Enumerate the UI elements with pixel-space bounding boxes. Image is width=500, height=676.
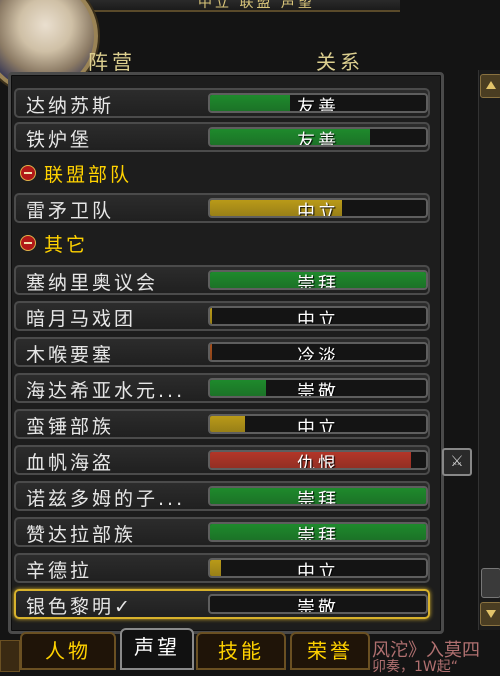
faction-column-header: 阵营 [88,50,136,74]
standing-label: 崇敬 [297,382,339,398]
faction-name: 蛮锤部族 [26,416,115,438]
tab-reputation[interactable]: 声望 [120,628,194,670]
faction-name: 赞达拉部族 [26,524,137,546]
faction-row[interactable]: 雷矛卫队 中立 [14,193,430,223]
window-title: 中立 联盟 声望 [198,0,315,11]
reputation-bar: 中立 [208,306,428,326]
faction-row[interactable]: 海达希亚水元... 崇敬 [14,373,430,403]
tab-edge [0,640,20,672]
reputation-bar: 仇恨 [208,450,428,470]
faction-name: 达纳苏斯 [26,95,115,117]
group-header-label: 联盟部队 [44,164,133,186]
faction-group-header[interactable]: 联盟部队 [14,160,314,188]
reputation-bar: 友善 [208,127,428,147]
faction-row[interactable]: 诺兹多姆的子... 崇拜 [14,481,430,511]
reputation-bar: 冷淡 [208,342,428,362]
faction-row[interactable]: 银色黎明✓ 崇敬 [14,589,430,619]
standing-label: 友善 [297,131,339,147]
background-chat-text-2: 卯奏，1W起“ [372,659,459,675]
faction-row[interactable]: 血帆海盗 仇恨 [14,445,430,475]
faction-name: 暗月马戏团 [26,308,137,330]
reputation-bar: 崇敬 [208,378,428,398]
standing-column-header: 关系 [316,50,364,74]
faction-row[interactable]: 辛德拉 中立 [14,553,430,583]
reputation-bar: 中立 [208,198,428,218]
scroll-down-button[interactable] [480,602,500,626]
scrollbar[interactable] [478,70,500,630]
standing-label: 崇拜 [297,274,339,290]
standing-label: 崇拜 [297,526,339,542]
standing-label: 中立 [297,562,339,578]
faction-name: 辛德拉 [26,560,93,582]
tab-character[interactable]: 人物 [20,632,116,670]
standing-label: 中立 [297,310,339,326]
faction-name: 雷矛卫队 [26,200,115,222]
faction-name: 木喉要塞 [26,344,115,366]
standing-label: 中立 [297,418,339,434]
faction-row[interactable]: 塞纳里奥议会 崇拜 [14,265,430,295]
group-header-label: 其它 [44,234,89,256]
tab-honor[interactable]: 荣誉 [290,632,370,670]
reputation-bar: 中立 [208,558,428,578]
faction-name: 塞纳里奥议会 [26,272,159,294]
faction-group-header[interactable]: 其它 [14,230,314,258]
reputation-bar: 友善 [208,93,428,113]
faction-row[interactable]: 木喉要塞 冷淡 [14,337,430,367]
faction-row[interactable]: 铁炉堡 友善 [14,122,430,152]
standing-label: 崇敬 [297,598,339,614]
reputation-bar: 崇拜 [208,486,428,506]
crossed-swords-icon[interactable]: ⚔ [442,448,472,476]
collapse-minus-icon[interactable] [20,165,36,181]
faction-row[interactable]: 蛮锤部族 中立 [14,409,430,439]
reputation-bar: 中立 [208,414,428,434]
faction-name: 诺兹多姆的子... [26,488,186,510]
collapse-minus-icon[interactable] [20,235,36,251]
tab-skills[interactable]: 技能 [196,632,286,670]
reputation-bar: 崇敬 [208,594,428,614]
faction-name: 血帆海盗 [26,452,115,474]
standing-label: 崇拜 [297,490,339,506]
faction-row[interactable]: 暗月马戏团 中立 [14,301,430,331]
scroll-thumb[interactable] [481,568,500,598]
scroll-up-button[interactable] [480,74,500,98]
standing-label: 冷淡 [297,346,339,362]
faction-row[interactable]: 赞达拉部族 崇拜 [14,517,430,547]
faction-name: 铁炉堡 [26,129,93,151]
faction-name: 海达希亚水元... [26,380,186,402]
standing-label: 仇恨 [297,454,339,470]
standing-label: 友善 [297,97,339,113]
faction-name: 银色黎明✓ [26,596,133,618]
faction-row[interactable]: 达纳苏斯 友善 [14,88,430,118]
title-strip: 中立 联盟 声望 [70,0,400,12]
reputation-bar: 崇拜 [208,270,428,290]
standing-label: 中立 [297,202,339,218]
reputation-bar: 崇拜 [208,522,428,542]
